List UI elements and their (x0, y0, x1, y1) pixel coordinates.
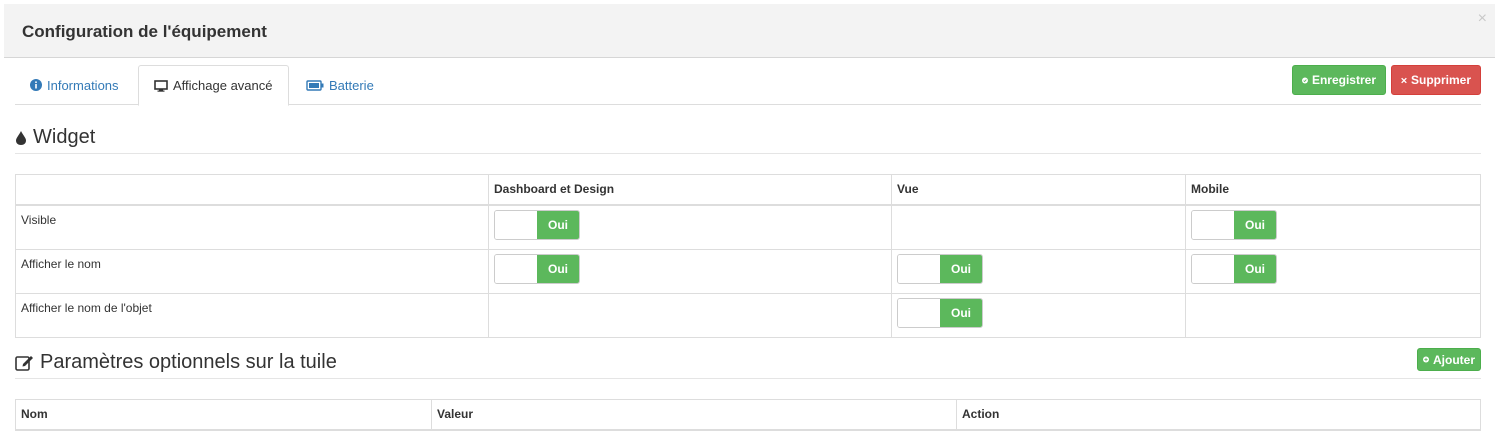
table-row: Afficher le nom de l'objet Oui (15, 292, 1481, 338)
modal-title: Configuration de l'équipement (22, 22, 267, 41)
delete-button[interactable]: Supprimer (1391, 65, 1481, 95)
params-table: Nom Valeur Action (15, 399, 1481, 431)
edit-icon (15, 356, 33, 371)
battery-icon (306, 79, 324, 91)
plus-circle-icon (1423, 356, 1429, 363)
times-icon (1401, 77, 1407, 83)
params-section-title: Paramètres optionnels sur la tuile (15, 351, 337, 374)
row-label: Afficher le nom (15, 248, 489, 294)
save-label: Enregistrer (1311, 73, 1376, 87)
table-row: Visible Oui Oui (15, 204, 1481, 250)
table-header-row: Dashboard et Design Vue Mobile (15, 174, 1481, 206)
tab-informations[interactable]: Informations (15, 65, 134, 105)
column-header: Nom (15, 399, 432, 431)
column-header: Vue (891, 174, 1186, 206)
tab-label: Informations (47, 77, 119, 93)
table-header-row: Nom Valeur Action (15, 399, 1481, 431)
row-label: Afficher le nom de l'objet (15, 292, 489, 338)
column-header: Valeur (431, 399, 957, 431)
tab-affichage-avance[interactable]: Affichage avancé (138, 65, 289, 106)
tint-icon (16, 130, 26, 145)
add-parameter-button[interactable]: Ajouter (1417, 348, 1481, 371)
dashboard-cell: Oui (488, 248, 892, 294)
check-circle-icon (1302, 77, 1308, 83)
add-label: Ajouter (1433, 352, 1475, 367)
mobile-cell (1185, 292, 1481, 338)
tab-label: Batterie (329, 77, 374, 93)
widget-title: Widget (33, 126, 96, 148)
desktop-icon (154, 79, 168, 92)
params-title: Paramètres optionnels sur la tuile (40, 351, 337, 373)
widget-section-title: Widget (15, 126, 95, 149)
row-label: Visible (15, 204, 489, 250)
modal-header: Configuration de l'équipement × (4, 4, 1495, 58)
visible-dashboard-toggle[interactable]: Oui (494, 209, 580, 240)
mobile-cell: Oui (1185, 204, 1481, 250)
info-circle-icon (30, 79, 42, 91)
show-object-name-vue-toggle[interactable]: Oui (897, 297, 983, 328)
column-header (15, 174, 489, 206)
show-name-mobile-toggle[interactable]: Oui (1191, 253, 1277, 284)
visible-mobile-toggle[interactable]: Oui (1191, 209, 1277, 240)
vue-cell (891, 204, 1186, 250)
dashboard-cell: Oui (488, 204, 892, 250)
table-row: Afficher le nom Oui Oui Oui (15, 248, 1481, 294)
mobile-cell: Oui (1185, 248, 1481, 294)
tab-label: Affichage avancé (173, 78, 273, 93)
show-name-vue-toggle[interactable]: Oui (897, 253, 983, 284)
show-name-dashboard-toggle[interactable]: Oui (494, 253, 580, 284)
vue-cell: Oui (891, 248, 1186, 294)
save-button[interactable]: Enregistrer (1292, 65, 1386, 95)
tab-batterie[interactable]: Batterie (291, 65, 389, 105)
column-header: Dashboard et Design (488, 174, 892, 206)
dashboard-cell (488, 292, 892, 338)
tab-bar: Informations Affichage avancé Batterie (15, 65, 1481, 106)
vue-cell: Oui (891, 292, 1186, 338)
widget-table: Dashboard et Design Vue Mobile Visible O… (15, 174, 1481, 338)
column-header: Mobile (1185, 174, 1481, 206)
close-icon[interactable]: × (1478, 10, 1487, 28)
column-header: Action (956, 399, 1481, 431)
delete-label: Supprimer (1410, 73, 1471, 87)
section-divider (15, 153, 1481, 154)
section-divider (15, 378, 1481, 379)
